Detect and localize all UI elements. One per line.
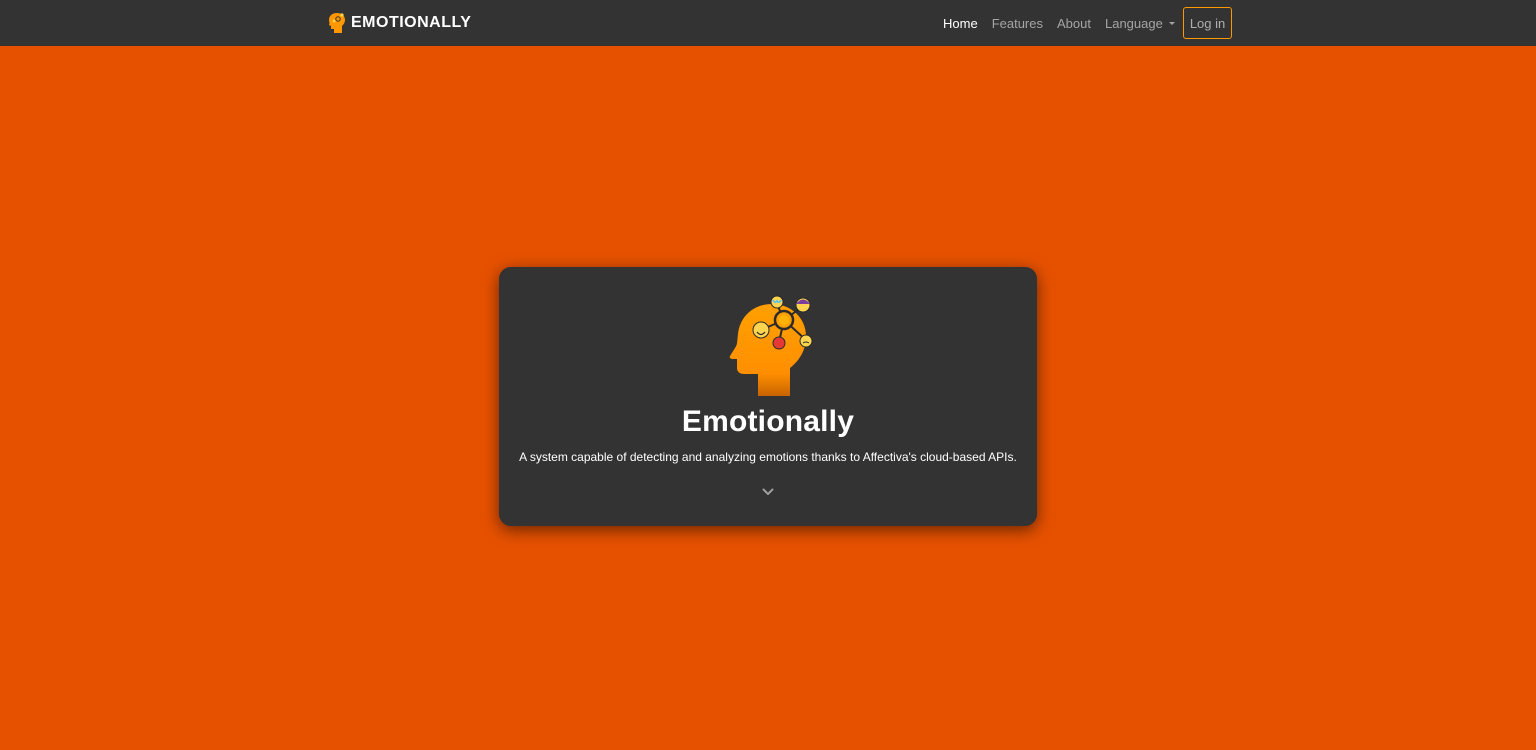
hero-title: Emotionally — [681, 405, 855, 438]
brand-link[interactable]: EMOTIONALLY — [328, 10, 471, 36]
hero-card: Emotionally A system capable of detectin… — [499, 267, 1037, 526]
brand-name: EMOTIONALLY — [351, 14, 472, 31]
head-logo-icon — [329, 13, 345, 33]
navbar: EMOTIONALLY Home Features About Language… — [0, 0, 1536, 46]
hero-subtitle: A system capable of detecting and analyz… — [519, 450, 1017, 464]
caret-down-icon — [1168, 22, 1175, 25]
language-dropdown[interactable]: Language — [1098, 16, 1182, 31]
nav-menu: Home Features About Language Log in — [936, 7, 1233, 39]
nav-about[interactable]: About — [1050, 16, 1098, 31]
language-label: Language — [1104, 15, 1163, 31]
chevron-down-icon[interactable] — [762, 486, 774, 498]
head-emotions-icon — [729, 295, 813, 396]
login-button[interactable]: Log in — [1182, 7, 1233, 39]
nav-home[interactable]: Home — [936, 16, 985, 31]
nav-features[interactable]: Features — [985, 16, 1050, 31]
